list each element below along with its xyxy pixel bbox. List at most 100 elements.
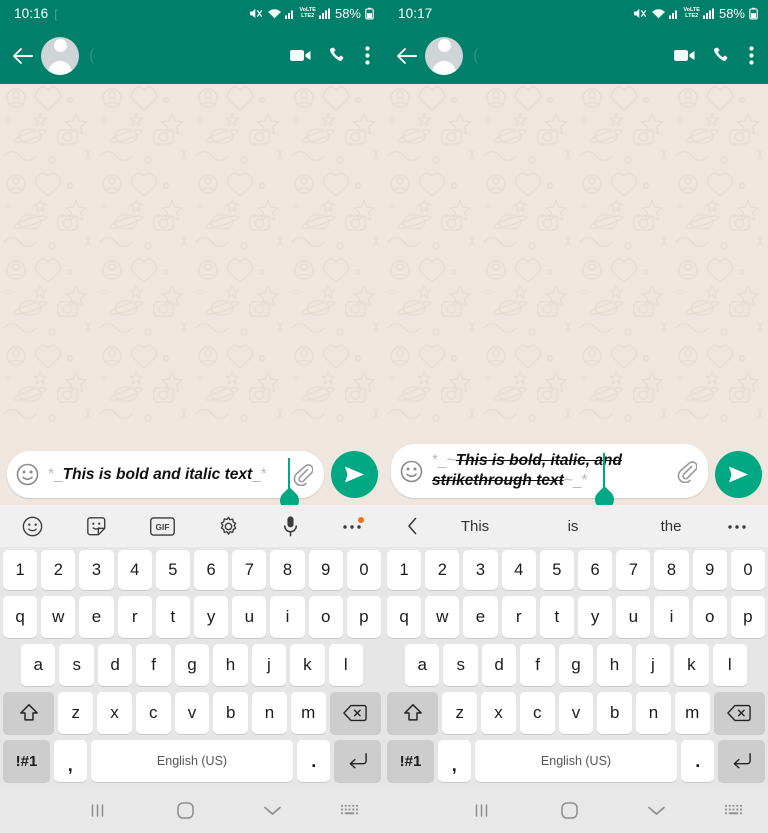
overflow-menu-icon[interactable] — [749, 46, 754, 65]
key-t[interactable]: t — [155, 596, 190, 638]
settings-icon[interactable] — [218, 516, 239, 537]
key-e[interactable]: e — [463, 596, 498, 638]
key-h[interactable]: h — [213, 644, 248, 686]
key-q[interactable]: q — [2, 596, 38, 638]
key-1[interactable]: 1 — [386, 550, 422, 590]
overflow-menu-icon[interactable] — [365, 46, 370, 65]
key-o[interactable]: o — [308, 596, 343, 638]
key-9[interactable]: 9 — [692, 550, 727, 590]
key-7[interactable]: 7 — [616, 550, 651, 590]
key-8[interactable]: 8 — [270, 550, 305, 590]
emoji-icon[interactable] — [398, 458, 425, 485]
key-l[interactable]: l — [712, 644, 747, 686]
space-key[interactable]: English (US) — [474, 740, 678, 782]
key-i[interactable]: i — [270, 596, 305, 638]
hide-keyboard-button[interactable] — [613, 804, 700, 817]
key-1[interactable]: 1 — [2, 550, 38, 590]
collapse-suggestions-button[interactable] — [398, 517, 426, 535]
message-text[interactable]: *_~This is bold, italic, and strikethrou… — [429, 449, 668, 493]
key-p[interactable]: p — [730, 596, 766, 638]
key-7[interactable]: 7 — [232, 550, 267, 590]
hide-keyboard-button[interactable] — [229, 804, 316, 817]
key-g[interactable]: g — [558, 644, 594, 686]
key-n[interactable]: n — [636, 692, 671, 734]
more-options-icon[interactable] — [342, 517, 364, 530]
key-4[interactable]: 4 — [501, 550, 536, 590]
key-f[interactable]: f — [520, 644, 555, 686]
avatar[interactable] — [425, 36, 463, 75]
video-call-icon[interactable] — [673, 47, 696, 64]
enter-key[interactable] — [334, 740, 381, 782]
key-l[interactable]: l — [328, 644, 363, 686]
back-button[interactable] — [390, 46, 424, 66]
send-button[interactable] — [331, 451, 378, 498]
more-options-icon[interactable] — [720, 522, 754, 530]
key-k[interactable]: k — [290, 644, 325, 686]
key-4[interactable]: 4 — [117, 550, 152, 590]
key-f[interactable]: f — [136, 644, 171, 686]
key-b[interactable]: b — [597, 692, 633, 734]
key-t[interactable]: t — [539, 596, 574, 638]
voice-call-icon[interactable] — [329, 46, 348, 65]
key-6[interactable]: 6 — [194, 550, 229, 590]
key-m[interactable]: m — [674, 692, 710, 734]
enter-key[interactable] — [718, 740, 765, 782]
microphone-icon[interactable] — [282, 515, 299, 537]
key-d[interactable]: d — [481, 644, 517, 686]
key-x[interactable]: x — [97, 692, 132, 734]
period-key[interactable]: . — [681, 740, 715, 782]
key-8[interactable]: 8 — [654, 550, 689, 590]
symbols-key[interactable]: !#1 — [387, 740, 434, 782]
key-q[interactable]: q — [386, 596, 422, 638]
key-u[interactable]: u — [232, 596, 267, 638]
voice-call-icon[interactable] — [713, 46, 732, 65]
key-a[interactable]: a — [405, 644, 440, 686]
key-p[interactable]: p — [346, 596, 382, 638]
back-button[interactable] — [6, 46, 40, 66]
key-i[interactable]: i — [654, 596, 689, 638]
space-key[interactable]: English (US) — [90, 740, 294, 782]
home-button[interactable] — [141, 801, 228, 820]
key-k[interactable]: k — [674, 644, 709, 686]
comma-key[interactable]: , — [53, 740, 87, 782]
key-y[interactable]: y — [578, 596, 613, 638]
paperclip-icon[interactable] — [288, 463, 316, 486]
key-x[interactable]: x — [481, 692, 516, 734]
key-5[interactable]: 5 — [539, 550, 574, 590]
message-input-pill[interactable]: *_This is bold and italic text_* — [7, 451, 324, 498]
avatar[interactable] — [41, 36, 79, 75]
key-5[interactable]: 5 — [155, 550, 190, 590]
emoji-icon[interactable] — [14, 461, 41, 488]
key-9[interactable]: 9 — [308, 550, 343, 590]
key-j[interactable]: j — [635, 644, 671, 686]
shift-key[interactable] — [387, 692, 439, 734]
gif-icon[interactable]: GIF — [150, 516, 175, 536]
key-o[interactable]: o — [692, 596, 727, 638]
send-button[interactable] — [715, 451, 762, 498]
key-v[interactable]: v — [558, 692, 594, 734]
paperclip-icon[interactable] — [672, 460, 700, 483]
symbols-key[interactable]: !#1 — [3, 740, 50, 782]
key-u[interactable]: u — [616, 596, 651, 638]
sticker-icon[interactable] — [86, 516, 107, 537]
suggestion-3[interactable]: the — [622, 518, 720, 535]
key-0[interactable]: 0 — [730, 550, 766, 590]
key-z[interactable]: z — [442, 692, 478, 734]
backspace-key[interactable] — [329, 692, 381, 734]
emoji-icon[interactable] — [22, 516, 43, 537]
recents-button[interactable] — [438, 802, 525, 819]
key-v[interactable]: v — [174, 692, 210, 734]
suggestion-2[interactable]: is — [524, 518, 622, 535]
key-3[interactable]: 3 — [463, 550, 498, 590]
key-0[interactable]: 0 — [346, 550, 382, 590]
key-h[interactable]: h — [597, 644, 632, 686]
backspace-key[interactable] — [713, 692, 765, 734]
comma-key[interactable]: , — [437, 740, 471, 782]
key-c[interactable]: c — [135, 692, 171, 734]
keyboard-switch-button[interactable] — [700, 803, 768, 817]
key-w[interactable]: w — [425, 596, 460, 638]
key-s[interactable]: s — [443, 644, 478, 686]
suggestion-1[interactable]: This — [426, 518, 524, 535]
key-d[interactable]: d — [97, 644, 133, 686]
key-g[interactable]: g — [174, 644, 210, 686]
